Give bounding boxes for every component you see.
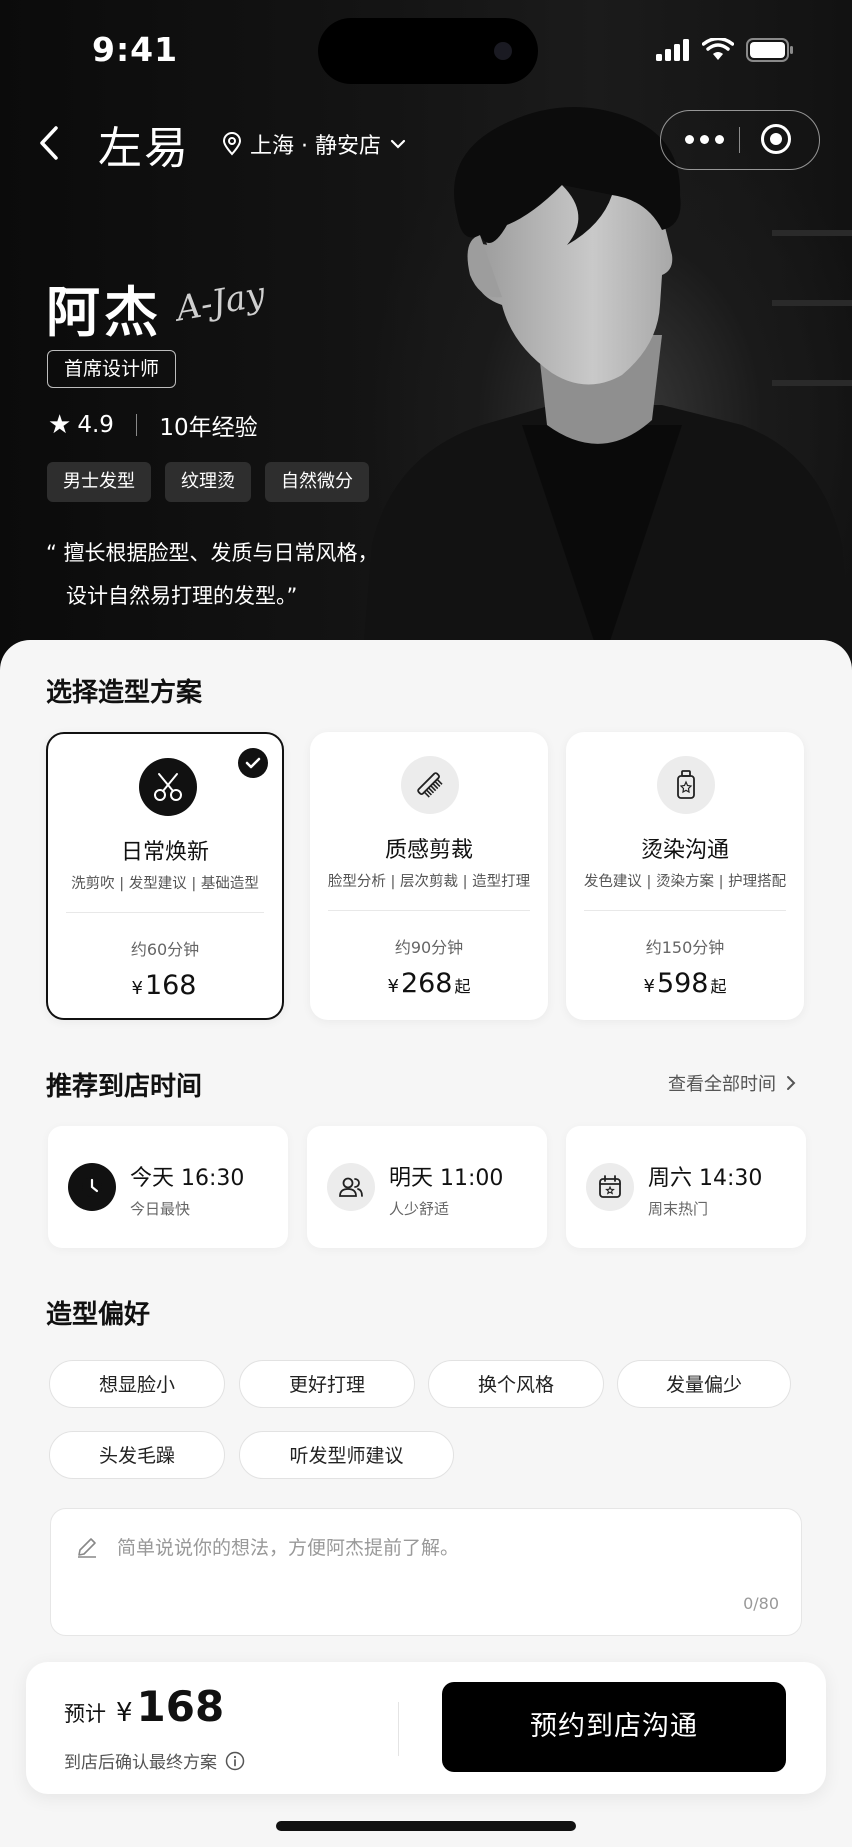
- specialty-tag: 男士发型: [47, 462, 151, 502]
- price-hint-text: 到店后确认最终方案: [64, 1753, 217, 1773]
- people-icon: [327, 1163, 375, 1211]
- clock-icon: [68, 1163, 116, 1211]
- stylist-portrait: [362, 107, 852, 665]
- more-icon[interactable]: [685, 135, 724, 144]
- location-pin-icon: [222, 132, 242, 156]
- estimate-amount: 168: [136, 1682, 225, 1731]
- dynamic-island: [318, 18, 538, 84]
- comb-icon: [401, 756, 459, 814]
- back-arrow-icon[interactable]: [36, 124, 66, 162]
- pencil-icon: [78, 1538, 96, 1558]
- book-appointment-button[interactable]: 预约到店沟通: [442, 1682, 786, 1772]
- top-nav: 左易 上海 · 静安店: [0, 110, 852, 176]
- quote-line: “ 擅长根据脸型、发质与日常风格，: [46, 541, 379, 565]
- chevron-right-icon: [787, 1076, 796, 1090]
- plan-duration: 约90分钟: [394, 938, 464, 957]
- plan-card-perm-color[interactable]: 烫染沟通 发色建议 | 烫染方案 | 护理搭配 约150分钟 ¥598 起: [566, 732, 804, 1020]
- plan-card-daily[interactable]: 日常焕新 洗剪吹 | 发型建议 | 基础造型 约60分钟 ¥168: [46, 732, 284, 1020]
- info-icon[interactable]: [225, 1751, 245, 1771]
- chevron-down-icon: [390, 139, 406, 149]
- plan-desc: 发色建议 | 烫染方案 | 护理搭配: [583, 874, 787, 890]
- time-slot-tomorrow[interactable]: 明天 11:00 人少舒适: [307, 1126, 547, 1248]
- bottle-icon: [657, 756, 715, 814]
- plan-desc: 洗剪吹 | 发型建议 | 基础造型: [71, 876, 259, 892]
- stylist-quote: “ 擅长根据脸型、发质与日常风格， 设计自然易打理的发型。”: [46, 532, 379, 618]
- wifi-icon: [702, 38, 734, 60]
- preference-chip[interactable]: 更好打理: [239, 1360, 415, 1408]
- rating-row: ★ 4.9 10年经验: [48, 408, 258, 442]
- slot-note: 周末热门: [648, 1200, 709, 1218]
- specialty-tag: 自然微分: [265, 462, 369, 502]
- note-placeholder: 简单说说你的想法，方便阿杰提前了解。: [117, 1537, 460, 1559]
- scissors-icon: [139, 758, 197, 816]
- preference-chip[interactable]: 换个风格: [428, 1360, 604, 1408]
- status-bar: 9:41: [0, 0, 852, 100]
- plan-desc: 脸型分析 | 层次剪裁 | 造型打理: [327, 874, 531, 890]
- plan-duration: 约60分钟: [130, 940, 200, 959]
- selected-check-icon: [238, 748, 268, 778]
- preference-chip[interactable]: 听发型师建议: [239, 1431, 454, 1479]
- preference-chip[interactable]: 头发毛躁: [49, 1431, 225, 1479]
- battery-icon: [746, 38, 793, 62]
- estimate-label: 预计: [64, 1702, 106, 1726]
- time-slot-today[interactable]: 今天 16:30 今日最快: [48, 1126, 288, 1248]
- plans-section-title: 选择造型方案: [46, 678, 203, 708]
- plan-price: ¥268 起: [387, 968, 471, 999]
- preference-chip[interactable]: 想显脸小: [49, 1360, 225, 1408]
- view-all-label: 查看全部时间: [668, 1074, 776, 1095]
- plan-price: ¥598 起: [643, 968, 727, 999]
- slot-note: 今日最快: [130, 1200, 191, 1218]
- stylist-tags: 男士发型 纹理烫 自然微分: [47, 462, 369, 502]
- estimate-currency: ¥: [116, 1698, 133, 1728]
- close-target-icon[interactable]: [761, 124, 791, 154]
- star-icon: ★: [48, 410, 72, 440]
- booking-page: 9:41 左易 上海 · 静安店 阿杰 A-Jay 首席设计师 ★ 4.9 10…: [0, 0, 852, 1847]
- stylist-title-badge: 首席设计师: [47, 350, 177, 388]
- times-section-title: 推荐到店时间: [46, 1072, 203, 1102]
- specialty-tag: 纹理烫: [165, 462, 251, 502]
- mini-program-capsule: [660, 110, 820, 170]
- plan-name: 日常焕新: [120, 840, 209, 865]
- preference-chip[interactable]: 发量偏少: [617, 1360, 791, 1408]
- preferences-section-title: 造型偏好: [46, 1300, 151, 1330]
- stylist-hero: 9:41 左易 上海 · 静安店 阿杰 A-Jay 首席设计师 ★ 4.9 10…: [0, 0, 852, 690]
- status-time: 9:41: [92, 30, 179, 69]
- home-indicator: [276, 1821, 576, 1831]
- note-char-count: 0/80: [743, 1594, 779, 1613]
- slot-time: 明天 11:00: [389, 1166, 504, 1191]
- plan-name: 质感剪裁: [384, 838, 473, 863]
- experience-label: 10年经验: [159, 415, 258, 441]
- slot-time: 周六 14:30: [648, 1166, 763, 1191]
- rating-value: 4.9: [77, 412, 114, 438]
- time-slot-saturday[interactable]: 周六 14:30 周末热门: [566, 1126, 806, 1248]
- price-hint: 到店后确认最终方案: [64, 1748, 245, 1773]
- plan-name: 烫染沟通: [640, 838, 729, 863]
- quote-line: 设计自然易打理的发型。”: [66, 584, 298, 608]
- stylist-signature: A-Jay: [173, 274, 268, 330]
- signal-icon: [656, 39, 689, 61]
- brand-logo: 左易: [98, 123, 190, 174]
- system-icons: [656, 38, 794, 62]
- calendar-icon: [586, 1163, 634, 1211]
- plan-price: ¥168: [131, 970, 197, 1001]
- store-location-label: 上海 · 静安店: [250, 134, 381, 159]
- slot-note: 人少舒适: [389, 1200, 450, 1218]
- store-selector[interactable]: 上海 · 静安店: [222, 128, 407, 160]
- slot-time: 今天 16:30: [130, 1166, 245, 1191]
- stylist-name: 阿杰: [46, 280, 162, 344]
- note-textarea[interactable]: 简单说说你的想法，方便阿杰提前了解。 0/80: [50, 1508, 802, 1636]
- estimated-price: 预计 ¥ 168: [64, 1682, 224, 1731]
- plan-duration: 约150分钟: [645, 938, 725, 957]
- plan-card-texture-cut[interactable]: 质感剪裁 脸型分析 | 层次剪裁 | 造型打理 约90分钟 ¥268 起: [310, 732, 548, 1020]
- view-all-times-link[interactable]: 查看全部时间: [668, 1070, 796, 1096]
